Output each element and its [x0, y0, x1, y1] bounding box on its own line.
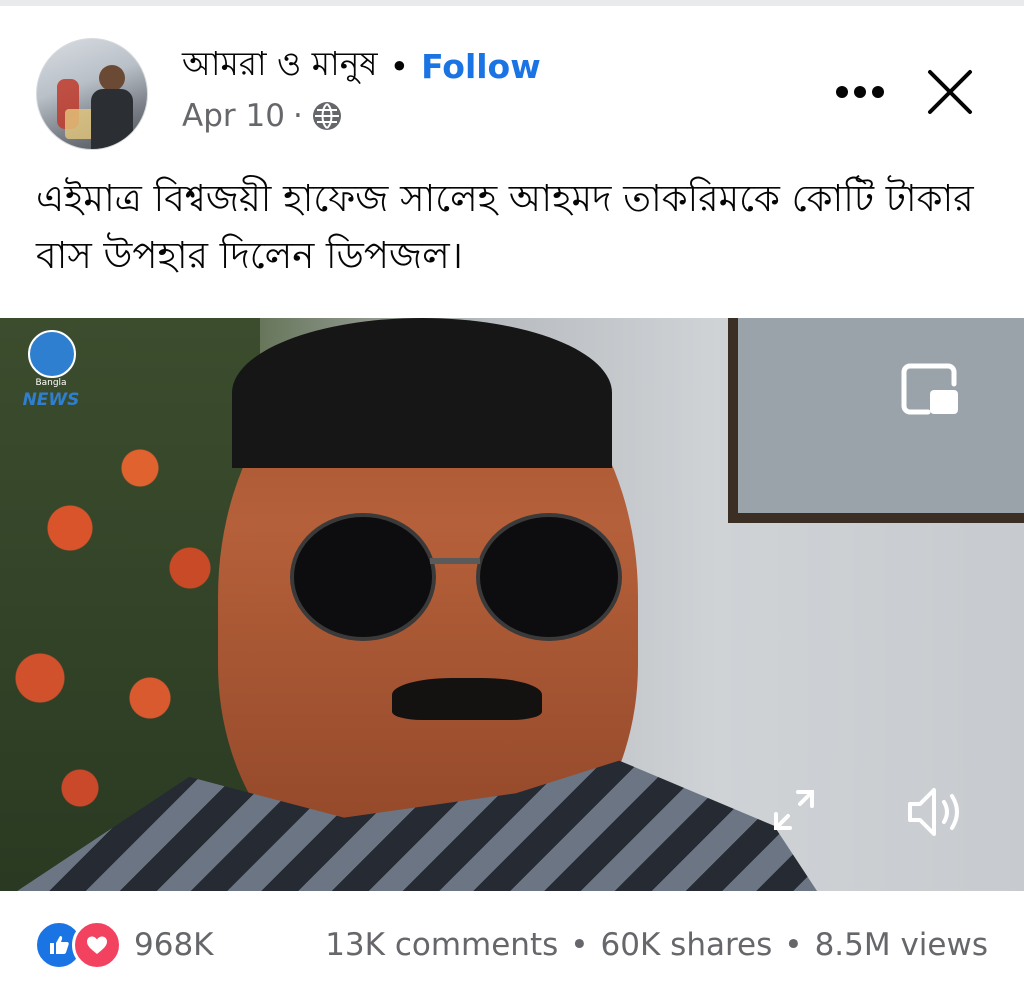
expand-icon	[774, 790, 814, 830]
person-mustache	[392, 678, 542, 720]
post-date[interactable]: Apr 10	[182, 98, 285, 134]
video-player[interactable]: Bangla NEWS	[0, 318, 1024, 891]
reactions-summary[interactable]: 968K	[34, 920, 214, 970]
meta-separator: ·	[292, 98, 303, 134]
close-button[interactable]	[922, 64, 978, 120]
background-picture-frame	[728, 318, 1024, 523]
news-logo-icon	[28, 330, 76, 378]
shares-count[interactable]: 60K shares	[601, 927, 773, 963]
comments-count[interactable]: 13K comments	[325, 927, 558, 963]
watermark-text: NEWS	[22, 390, 80, 410]
picture-in-picture-button[interactable]	[900, 362, 962, 420]
post-caption: এইমাত্র বিশ্বজয়ী হাফেজ সালেহ আহমদ তাকরি…	[36, 177, 974, 277]
author-row: আমরা ও মানুষ • Follow	[182, 44, 541, 88]
expand-button[interactable]	[768, 784, 820, 836]
sunglasses-right	[476, 513, 622, 641]
post-meta: Apr 10 ·	[182, 94, 343, 138]
sunglasses-bridge	[430, 558, 480, 564]
volume-icon	[908, 788, 959, 836]
more-horizontal-icon	[836, 86, 884, 98]
volume-button[interactable]	[904, 782, 970, 842]
author-name[interactable]: আমরা ও মানুষ	[182, 38, 378, 94]
love-icon	[72, 920, 122, 970]
separator-dot: •	[389, 46, 410, 86]
stats-separator: •	[784, 927, 803, 963]
top-divider	[0, 0, 1024, 6]
picture-in-picture-icon	[901, 363, 958, 415]
views-count: 8.5M views	[814, 927, 988, 963]
engagement-stats: 13K comments • 60K shares • 8.5M views	[325, 920, 988, 970]
close-icon	[928, 70, 972, 114]
sunglasses-left	[290, 513, 436, 641]
stats-separator: •	[570, 927, 589, 963]
news-watermark: Bangla NEWS	[14, 328, 84, 410]
follow-button[interactable]: Follow	[421, 47, 541, 86]
reaction-count: 968K	[134, 927, 214, 963]
globe-icon	[312, 102, 341, 130]
person-hair	[232, 318, 612, 468]
author-avatar[interactable]	[36, 38, 148, 150]
watermark-small-text: Bangla	[35, 378, 67, 388]
more-options-button[interactable]	[830, 72, 890, 112]
